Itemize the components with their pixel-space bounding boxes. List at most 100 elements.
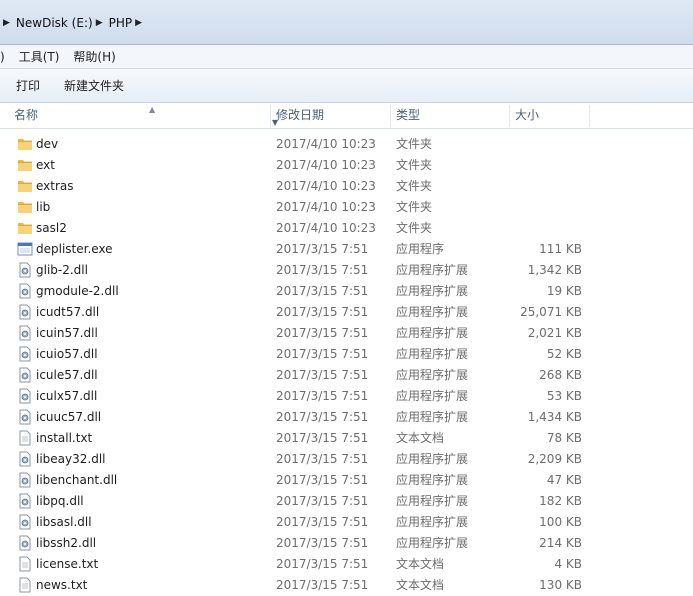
txt-icon [17, 556, 33, 572]
file-type: 应用程序扩展 [396, 284, 469, 298]
column-divider[interactable] [270, 105, 271, 127]
file-row[interactable]: extras 2017/4/10 10:23 文件夹 [0, 176, 693, 197]
menu-view-partial[interactable]: ) [0, 50, 12, 64]
file-row[interactable]: gmodule-2.dll 2017/3/15 7:51 应用程序扩展 19 KB [0, 281, 693, 302]
folder-icon [17, 220, 33, 236]
file-name: install.txt [36, 431, 93, 445]
file-modified-date: 2017/4/10 10:23 [276, 137, 376, 151]
file-type: 应用程序 [396, 242, 445, 256]
column-header-date[interactable]: 修改日期 [276, 103, 390, 128]
file-row[interactable]: glib-2.dll 2017/3/15 7:51 应用程序扩展 1,342 KB [0, 260, 693, 281]
file-row[interactable]: iculx57.dll 2017/3/15 7:51 应用程序扩展 53 KB [0, 386, 693, 407]
file-row[interactable]: deplister.exe 2017/3/15 7:51 应用程序 111 KB [0, 239, 693, 260]
file-row[interactable]: dev 2017/4/10 10:23 文件夹 [0, 134, 693, 155]
file-modified-date: 2017/4/10 10:23 [276, 158, 376, 172]
file-row[interactable]: lib 2017/4/10 10:23 文件夹 [0, 197, 693, 218]
file-name: libpq.dll [36, 494, 84, 508]
file-name: glib-2.dll [36, 263, 88, 277]
breadcrumb-drive[interactable]: NewDisk (E:) [16, 16, 93, 30]
dll-icon [17, 304, 33, 320]
menu-bar: ) 工具(T) 帮助(H) [0, 45, 693, 69]
file-row[interactable]: libsasl.dll 2017/3/15 7:51 应用程序扩展 100 KB [0, 512, 693, 533]
file-row[interactable]: icuin57.dll 2017/3/15 7:51 应用程序扩展 2,021 KB [0, 323, 693, 344]
address-bar: ▶ NewDisk (E:) ▶ PHP ▶ [0, 0, 693, 45]
dll-icon [17, 451, 33, 467]
file-modified-date: 2017/4/10 10:23 [276, 179, 376, 193]
dll-icon [17, 535, 33, 551]
file-modified-date: 2017/3/15 7:51 [276, 515, 369, 529]
column-divider[interactable] [390, 105, 391, 127]
file-row[interactable]: libssh2.dll 2017/3/15 7:51 应用程序扩展 214 KB [0, 533, 693, 554]
dll-icon [17, 409, 33, 425]
file-row[interactable]: libpq.dll 2017/3/15 7:51 应用程序扩展 182 KB [0, 491, 693, 512]
file-type: 应用程序扩展 [396, 326, 469, 340]
file-size: 182 KB [539, 494, 582, 508]
file-name: icule57.dll [36, 368, 98, 382]
column-divider[interactable] [509, 105, 510, 127]
file-size: 47 KB [546, 473, 582, 487]
file-modified-date: 2017/3/15 7:51 [276, 368, 369, 382]
file-name: extras [36, 179, 74, 193]
file-row[interactable]: icudt57.dll 2017/3/15 7:51 应用程序扩展 25,071 KB [0, 302, 693, 323]
dll-icon [17, 514, 33, 530]
file-modified-date: 2017/3/15 7:51 [276, 473, 369, 487]
folder-icon [17, 136, 33, 152]
file-row[interactable]: sasl2 2017/4/10 10:23 文件夹 [0, 218, 693, 239]
file-row[interactable]: icule57.dll 2017/3/15 7:51 应用程序扩展 268 KB [0, 365, 693, 386]
file-row[interactable]: install.txt 2017/3/15 7:51 文本文档 78 KB [0, 428, 693, 449]
file-size: 111 KB [539, 242, 582, 256]
file-row[interactable]: icuio57.dll 2017/3/15 7:51 应用程序扩展 52 KB [0, 344, 693, 365]
dll-icon [17, 367, 33, 383]
file-name: libsasl.dll [36, 515, 92, 529]
dll-icon [17, 388, 33, 404]
dll-icon [17, 262, 33, 278]
file-size: 100 KB [539, 515, 582, 529]
chevron-right-icon[interactable]: ▶ [0, 18, 16, 28]
file-type: 文件夹 [396, 179, 433, 193]
file-name: license.txt [36, 557, 99, 571]
column-header-date-label: 修改日期 [276, 108, 325, 122]
file-row[interactable]: icuuc57.dll 2017/3/15 7:51 应用程序扩展 1,434 KB [0, 407, 693, 428]
file-type: 文件夹 [396, 200, 433, 214]
file-modified-date: 2017/3/15 7:51 [276, 389, 369, 403]
file-row[interactable]: ext 2017/4/10 10:23 文件夹 [0, 155, 693, 176]
file-row[interactable]: libenchant.dll 2017/3/15 7:51 应用程序扩展 47 KB [0, 470, 693, 491]
column-header-type[interactable]: 类型 [396, 103, 506, 128]
chevron-right-icon[interactable]: ▶ [132, 18, 148, 28]
new-folder-button[interactable]: 新建文件夹 [56, 77, 132, 94]
file-type: 应用程序扩展 [396, 410, 469, 424]
folder-icon [17, 178, 33, 194]
file-size: 25,071 KB [520, 305, 582, 319]
column-header-size[interactable]: 大小 [515, 103, 585, 128]
file-size: 78 KB [546, 431, 582, 445]
file-list: dev 2017/4/10 10:23 文件夹 ext 2017/4/10 10:23 文… [0, 134, 693, 593]
sort-ascending-icon: ▲ [149, 105, 156, 114]
file-size: 268 KB [539, 368, 582, 382]
exe-icon [17, 241, 33, 257]
txt-icon [17, 430, 33, 446]
print-button[interactable]: 打印 [8, 77, 48, 94]
txt-icon [17, 577, 33, 593]
column-header-row: 名称 ▲ ▼ 修改日期 类型 大小 [0, 103, 693, 129]
file-size: 4 KB [554, 557, 582, 571]
dll-icon [17, 493, 33, 509]
file-name: libenchant.dll [36, 473, 118, 487]
file-row[interactable]: license.txt 2017/3/15 7:51 文本文档 4 KB [0, 554, 693, 575]
file-modified-date: 2017/3/15 7:51 [276, 305, 369, 319]
menu-help[interactable]: 帮助(H) [66, 48, 122, 65]
file-size: 53 KB [546, 389, 582, 403]
column-header-name[interactable]: 名称 ▲ ▼ [14, 103, 278, 128]
chevron-right-icon[interactable]: ▶ [93, 18, 109, 28]
file-name: lib [36, 200, 51, 214]
file-size: 2,209 KB [527, 452, 582, 466]
file-row[interactable]: libeay32.dll 2017/3/15 7:51 应用程序扩展 2,209 KB [0, 449, 693, 470]
menu-tools[interactable]: 工具(T) [12, 48, 67, 65]
file-modified-date: 2017/3/15 7:51 [276, 536, 369, 550]
file-type: 应用程序扩展 [396, 494, 469, 508]
dll-icon [17, 346, 33, 362]
file-name: gmodule-2.dll [36, 284, 119, 298]
file-type: 应用程序扩展 [396, 452, 469, 466]
breadcrumb: ▶ NewDisk (E:) ▶ PHP ▶ [0, 12, 693, 34]
breadcrumb-folder[interactable]: PHP [109, 16, 133, 30]
column-divider[interactable] [589, 105, 590, 127]
